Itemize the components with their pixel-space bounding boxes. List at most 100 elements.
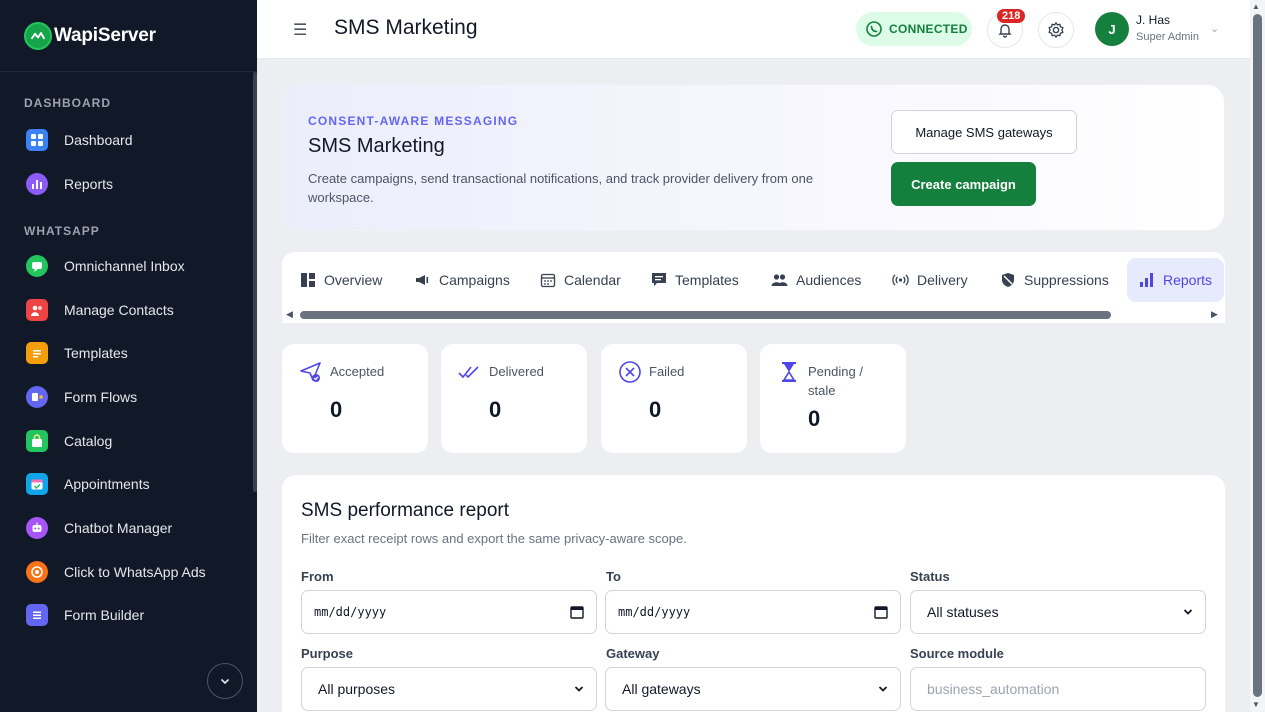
calendar-icon [540,273,556,288]
sidebar-item-click-to-whatsapp-ads[interactable]: Click to WhatsApp Ads [0,550,250,594]
x-circle-icon [619,361,641,383]
to-date-value: mm/dd/yyyy [618,605,691,619]
broadcast-icon [892,274,909,286]
create-campaign-button[interactable]: Create campaign [891,162,1036,206]
sidebar-item-form-flows[interactable]: Form Flows [0,375,250,419]
from-date-input[interactable]: mm/dd/yyyy [301,590,597,634]
status-select[interactable]: All statuses [910,590,1206,634]
template-icon [652,273,666,286]
to-date-input[interactable]: mm/dd/yyyy [605,590,901,634]
stat-label: Failed [649,364,685,379]
reports-icon [26,172,48,195]
stat-label: Delivered [489,364,544,379]
sidebar-item-label: Templates [64,345,128,362]
stat-card-pending-stale: Pending / stale 0 [760,344,906,453]
connection-status-text: CONNECTED [889,22,968,36]
tabs-scrollbar-thumb[interactable] [300,311,1111,319]
tab-delivery[interactable]: Delivery [892,258,968,302]
double-check-icon [458,366,479,379]
sidebar-item-appointments[interactable]: Appointments [0,462,250,506]
tab-templates[interactable]: Templates [651,258,739,302]
sidebar-expand-button[interactable] [207,663,243,699]
menu-toggle-icon[interactable]: ☰ [293,20,307,40]
gateway-select-value: All gateways [622,681,701,697]
scroll-up-arrow-icon[interactable]: ▲ [1252,2,1260,11]
scroll-down-arrow-icon[interactable]: ▼ [1252,700,1260,709]
sidebar-item-form-builder[interactable]: Form Builder [0,594,250,638]
tab-label: Overview [324,272,383,288]
whatsapp-icon [866,21,882,37]
manage-sms-gateways-button[interactable]: Manage SMS gateways [891,110,1077,154]
sidebar-item-label: Manage Contacts [64,301,174,318]
sidebar-item-label: Appointments [64,476,150,493]
sidebar-item-catalog[interactable]: Catalog [0,419,250,463]
tab-calendar[interactable]: Calendar [540,258,621,302]
sidebar-item-templates[interactable]: Templates [0,331,250,375]
top-header: ☰ SMS Marketing CONNECTED 218 J J. Has S… [257,0,1250,59]
from-date-value: mm/dd/yyyy [314,605,387,619]
sidebar-item-omnichannel-inbox[interactable]: Omnichannel Inbox [0,244,250,288]
contacts-icon [26,298,48,321]
sidebar-item-manage-contacts[interactable]: Manage Contacts [0,288,250,332]
inbox-icon [26,254,48,277]
scroll-left-arrow-icon[interactable]: ◀ [286,309,293,320]
brand[interactable]: WapiServer [0,0,257,72]
sidebar-item-label: Catalog [64,432,113,449]
avatar[interactable]: J [1095,12,1129,46]
form-flows-icon [26,385,48,408]
bar-chart-icon [1140,273,1153,287]
tab-label: Audiences [796,272,862,288]
dashboard-icon [26,128,48,151]
stat-label: Accepted [330,364,385,379]
sidebar: WapiServer DASHBOARD Dashboard Reports W… [0,0,257,712]
gateway-label: Gateway [606,646,660,661]
tab-reports[interactable]: Reports [1127,258,1225,302]
source-module-input[interactable]: business_automation [910,667,1206,711]
tab-audiences[interactable]: Audiences [771,258,861,302]
calendar-icon[interactable] [874,605,888,619]
sidebar-scrollbar[interactable] [253,72,257,492]
catalog-icon [26,429,48,452]
sidebar-item-reports[interactable]: Reports [0,162,250,206]
status-label: Status [910,569,950,584]
scroll-right-arrow-icon[interactable]: ▶ [1211,309,1218,320]
tab-label: Templates [675,272,739,288]
gateway-select[interactable]: All gateways [605,667,901,711]
calendar-icon[interactable] [570,605,584,619]
stat-value: 0 [649,397,662,422]
page-scrollbar-thumb[interactable] [1253,14,1262,697]
connection-status-badge[interactable]: CONNECTED [856,12,972,46]
stat-value: 0 [330,397,343,422]
tab-label: Suppressions [1024,272,1109,288]
report-subtitle: Filter exact receipt rows and export the… [301,531,687,546]
shield-icon [1002,273,1014,287]
stat-card-failed: Failed 0 [601,344,747,453]
stat-label: Pending / stale [808,364,863,398]
tab-overview[interactable]: Overview [300,258,382,302]
stat-card-delivered: Delivered 0 [441,344,587,453]
source-module-label: Source module [910,646,1004,661]
chevron-down-icon [878,686,888,692]
chevron-down-icon [1183,609,1193,615]
chevron-down-icon[interactable]: ⌄ [1210,22,1219,35]
tab-label: Reports [1163,272,1213,288]
report-title: SMS performance report [301,500,510,521]
whatsapp-logo-icon [24,21,52,50]
chatbot-icon [26,516,48,539]
sidebar-item-chatbot-manager[interactable]: Chatbot Manager [0,506,250,550]
sidebar-item-dashboard[interactable]: Dashboard [0,118,250,162]
user-name[interactable]: J. Has [1136,13,1170,27]
settings-button[interactable] [1038,12,1074,48]
bell-icon [998,24,1012,38]
appointments-icon [26,473,48,496]
hero-eyebrow: CONSENT-AWARE MESSAGING [308,114,519,128]
to-label: To [606,569,621,584]
chevron-down-icon [220,678,230,685]
templates-icon [26,342,48,365]
tab-campaigns[interactable]: Campaigns [414,258,510,302]
sidebar-section-title: WHATSAPP [24,224,100,238]
tab-suppressions[interactable]: Suppressions [1000,258,1109,302]
stat-value: 0 [808,406,821,431]
purpose-select[interactable]: All purposes [301,667,597,711]
sidebar-item-label: Form Builder [64,607,145,624]
